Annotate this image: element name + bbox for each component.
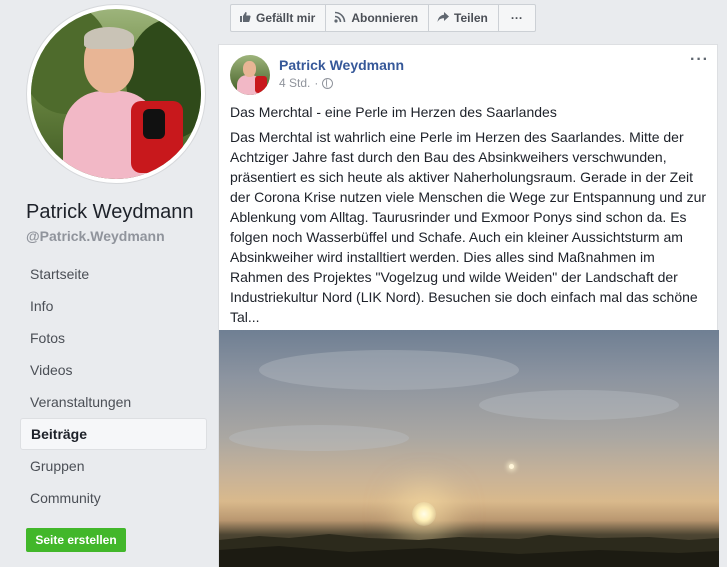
post-meta: 4 Std. · (279, 76, 334, 90)
create-page-button[interactable]: Seite erstellen (26, 528, 126, 552)
nav-item-community[interactable]: Community (20, 482, 207, 514)
sun (412, 502, 436, 526)
like-label: Gefällt mir (256, 11, 316, 25)
profile-photo (31, 9, 201, 179)
post-timestamp[interactable]: 4 Std. (279, 76, 310, 90)
post-author-avatar[interactable] (230, 55, 270, 95)
more-options-button[interactable]: ··· (498, 4, 536, 32)
thumbs-up-icon (239, 11, 251, 25)
horizon-hills (219, 534, 719, 567)
follow-button[interactable]: Abonnieren (326, 4, 430, 32)
nav-item-gruppen[interactable]: Gruppen (20, 450, 207, 482)
share-button[interactable]: Teilen (429, 4, 499, 32)
page-name[interactable]: Patrick Weydmann (26, 201, 193, 224)
page-handle[interactable]: @Patrick.Weydmann (26, 228, 165, 244)
meta-separator: · (314, 76, 319, 90)
nav-item-beitraege[interactable]: Beiträge (20, 418, 207, 450)
light-spark (509, 464, 514, 469)
share-arrow-icon (437, 11, 450, 25)
nav-item-fotos[interactable]: Fotos (20, 322, 207, 354)
rss-icon (334, 11, 346, 25)
follow-label: Abonnieren (351, 11, 419, 25)
nav-item-startseite[interactable]: Startseite (20, 258, 207, 290)
post-body-text: Das Merchtal ist wahrlich eine Perle im … (230, 129, 707, 325)
post-more-icon[interactable]: ··· (690, 51, 709, 69)
nav-item-info[interactable]: Info (20, 290, 207, 322)
nav-item-veranstaltungen[interactable]: Veranstaltungen (20, 386, 207, 418)
post-title: Das Merchtal - eine Perle im Herzen des … (230, 104, 557, 120)
like-button[interactable]: Gefällt mir (230, 4, 327, 32)
post-image[interactable] (219, 330, 719, 567)
post-card: Patrick Weydmann 4 Std. · ··· Das Mercht… (218, 44, 719, 567)
sidebar: Patrick Weydmann @Patrick.Weydmann Start… (0, 0, 218, 567)
profile-picture[interactable] (27, 5, 205, 183)
page-nav: Startseite Info Fotos Videos Veranstaltu… (20, 258, 207, 514)
share-label: Teilen (454, 11, 488, 25)
post-author-name[interactable]: Patrick Weydmann (279, 57, 404, 73)
page-action-bar: Gefällt mir Abonnieren Teilen ··· (230, 4, 536, 32)
nav-item-videos[interactable]: Videos (20, 354, 207, 386)
globe-icon[interactable] (322, 77, 334, 89)
more-icon: ··· (510, 11, 523, 25)
